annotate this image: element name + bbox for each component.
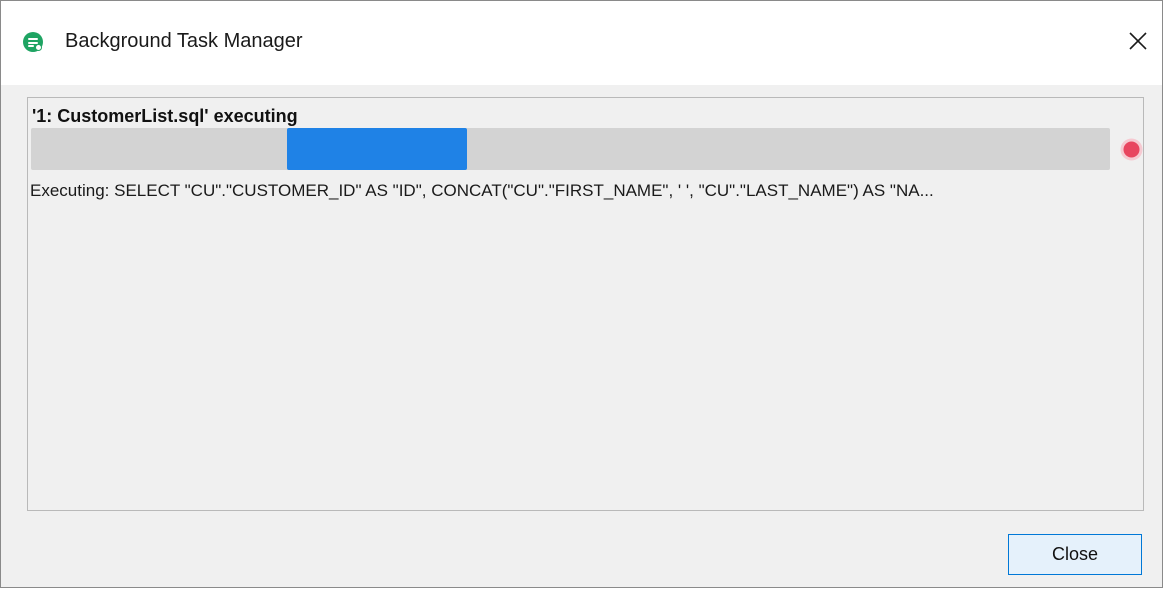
dialog-window: Background Task Manager '1: CustomerList… (0, 0, 1163, 588)
progress-bar (31, 128, 1110, 170)
database-search-icon (23, 32, 43, 52)
task-status-text: Executing: SELECT "CU"."CUSTOMER_ID" AS … (30, 181, 934, 200)
task-title: '1: CustomerList.sql' executing (32, 106, 298, 126)
progress-indicator (287, 128, 467, 170)
close-button[interactable]: Close (1008, 534, 1142, 575)
close-icon[interactable] (1118, 21, 1158, 61)
stop-icon[interactable] (1120, 138, 1143, 161)
task-list-panel: '1: CustomerList.sql' executing Executin… (27, 97, 1144, 511)
window-title: Background Task Manager (65, 30, 303, 52)
title-bar[interactable]: Background Task Manager (1, 1, 1162, 85)
